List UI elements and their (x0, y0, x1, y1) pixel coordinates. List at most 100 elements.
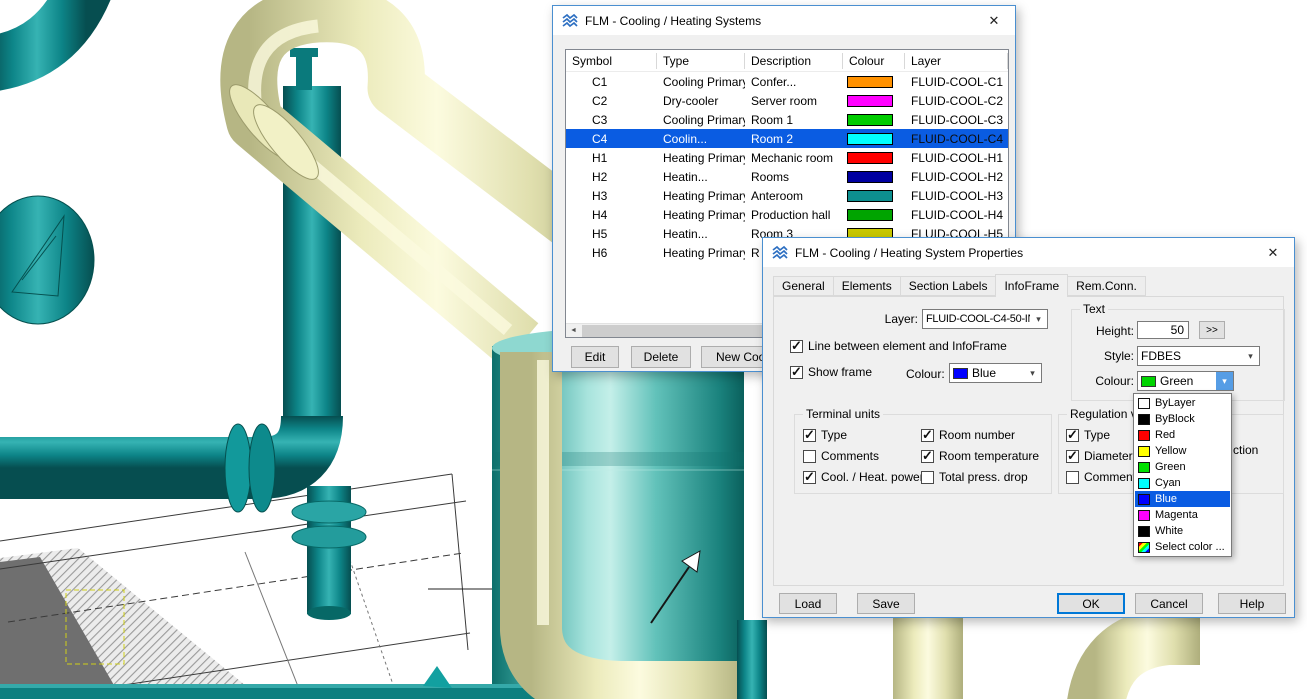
text-group: Text Height: >> Style: FDBES ▾ Colour: G… (1071, 309, 1285, 401)
tab-rem-conn[interactable]: Rem.Conn. (1067, 276, 1146, 296)
chevron-down-icon[interactable]: ▾ (1216, 372, 1233, 390)
table-row[interactable]: H2Heatin...RoomsFLUID-COOL-H2 (566, 167, 1008, 186)
checkbox-box[interactable] (790, 366, 803, 379)
dropdown-item-blue[interactable]: Blue (1135, 491, 1230, 507)
terminal-units-group: Terminal units TypeCommentsCool. / Heat.… (794, 414, 1052, 494)
table-row[interactable]: C1Cooling PrimaryConfer...FLUID-COOL-C1 (566, 72, 1008, 91)
checkbox-box[interactable] (921, 450, 934, 463)
height-label: Height: (1086, 324, 1134, 338)
dropdown-item-red[interactable]: Red (1135, 427, 1230, 443)
checkbox-box[interactable] (803, 450, 816, 463)
checkbox-box[interactable] (1066, 429, 1079, 442)
table-row[interactable]: C3Cooling PrimaryRoom 1FLUID-COOL-C3 (566, 110, 1008, 129)
properties-dialog: FLM - Cooling / Heating System Propertie… (762, 237, 1295, 618)
layer-combobox[interactable]: FLUID-COOL-C4-50-IN ▾ (922, 309, 1048, 329)
checkbox-line-between-element-and-infoframe[interactable]: Line between element and InfoFrame (790, 339, 1007, 353)
systems-titlebar[interactable]: FLM - Cooling / Heating Systems ✕ (553, 6, 1015, 35)
checkbox-box[interactable] (1066, 450, 1079, 463)
column-header-colour[interactable]: Colour (843, 53, 905, 69)
table-header: Symbol Type Description Colour Layer (566, 50, 1008, 72)
edit-button[interactable]: Edit (571, 346, 619, 368)
checkbox-type[interactable]: Type (803, 427, 924, 443)
dropdown-item-bylayer[interactable]: ByLayer (1135, 395, 1230, 411)
table-row[interactable]: H4Heating PrimaryProduction hallFLUID-CO… (566, 205, 1008, 224)
text-colour-combobox[interactable]: Green ▾ (1137, 371, 1234, 391)
tab-general[interactable]: General (773, 276, 834, 296)
chevron-down-icon[interactable]: ▾ (1242, 347, 1259, 365)
dropdown-item-magenta[interactable]: Magenta (1135, 507, 1230, 523)
checkbox-room-temperature[interactable]: Room temperature (921, 448, 1039, 464)
checkbox-box[interactable] (1066, 471, 1079, 484)
tab-page-infoframe: Layer: FLUID-COOL-C4-50-IN ▾ Line betwee… (773, 296, 1284, 586)
dropdown-item-cyan[interactable]: Cyan (1135, 475, 1230, 491)
checkbox-total-press-drop[interactable]: Total press. drop (921, 469, 1039, 485)
checkbox-box[interactable] (921, 471, 934, 484)
checkbox-cool-heat-power[interactable]: Cool. / Heat. power (803, 469, 924, 485)
properties-dialog-title: FLM - Cooling / Heating System Propertie… (795, 246, 1256, 260)
dropdown-item-white[interactable]: White (1135, 523, 1230, 539)
save-button[interactable]: Save (857, 593, 915, 614)
table-row[interactable]: H1Heating PrimaryMechanic roomFLUID-COOL… (566, 148, 1008, 167)
delete-button[interactable]: Delete (631, 346, 691, 368)
column-header-description[interactable]: Description (745, 53, 843, 69)
partial-covered-label: ction (1233, 443, 1258, 457)
expand-button[interactable]: >> (1199, 321, 1225, 339)
chevron-down-icon[interactable]: ▾ (1030, 310, 1047, 328)
checkbox-box[interactable] (803, 429, 816, 442)
checkbox-box[interactable] (803, 471, 816, 484)
load-button[interactable]: Load (779, 593, 837, 614)
colour-swatch (847, 209, 893, 221)
colour-dropdown-list[interactable]: ByLayerByBlockRedYellowGreenCyanBlueMage… (1133, 393, 1232, 557)
dropdown-item-select-color[interactable]: Select color ... (1135, 539, 1230, 555)
terminal-units-column-2: Room number Room temperature Total press. … (921, 427, 1039, 490)
tab-infoframe[interactable]: InfoFrame (995, 274, 1068, 297)
dropdown-item-byblock[interactable]: ByBlock (1135, 411, 1230, 427)
style-label: Style: (1086, 349, 1134, 363)
checkbox-box[interactable] (921, 429, 934, 442)
column-header-type[interactable]: Type (657, 53, 745, 69)
flm-app-icon (562, 13, 578, 29)
systems-table-body: C1Cooling PrimaryConfer...FLUID-COOL-C1C… (566, 72, 1008, 262)
tab-section-labels[interactable]: Section Labels (900, 276, 997, 296)
colour-swatch (847, 95, 893, 107)
colour-swatch (847, 114, 893, 126)
height-input[interactable] (1137, 321, 1189, 339)
column-header-layer[interactable]: Layer (905, 53, 1008, 69)
properties-titlebar[interactable]: FLM - Cooling / Heating System Propertie… (763, 238, 1294, 267)
colour-swatch (1138, 414, 1150, 425)
colour-swatch (1138, 478, 1150, 489)
table-row[interactable]: H3Heating PrimaryAnteroomFLUID-COOL-H3 (566, 186, 1008, 205)
close-icon[interactable]: ✕ (1256, 238, 1290, 267)
colour-swatch (1138, 446, 1150, 457)
dropdown-item-yellow[interactable]: Yellow (1135, 443, 1230, 459)
column-header-symbol[interactable]: Symbol (566, 53, 657, 69)
frame-colour-combobox[interactable]: Blue ▾ (949, 363, 1042, 383)
colour-swatch (1138, 526, 1150, 537)
frame-colour-label: Colour: (906, 367, 945, 381)
checkbox-type[interactable]: Type (1066, 427, 1142, 443)
style-combobox[interactable]: FDBES ▾ (1137, 346, 1260, 366)
table-row[interactable]: C4Coolin...Room 2FLUID-COOL-C4 (566, 129, 1008, 148)
cancel-button[interactable]: Cancel (1135, 593, 1203, 614)
help-button[interactable]: Help (1218, 593, 1286, 614)
colour-swatch (1138, 494, 1150, 505)
ok-button[interactable]: OK (1057, 593, 1125, 614)
colour-swatch (1138, 430, 1150, 441)
tab-elements[interactable]: Elements (833, 276, 901, 296)
dropdown-item-green[interactable]: Green (1135, 459, 1230, 475)
table-row[interactable]: C2Dry-coolerServer roomFLUID-COOL-C2 (566, 91, 1008, 110)
flm-app-icon (772, 245, 788, 261)
checkbox-diameter[interactable]: Diameter (1066, 448, 1142, 464)
checkbox-show-frame[interactable]: Show frame (790, 365, 872, 379)
tab-strip: GeneralElementsSection LabelsInfoFrameRe… (773, 276, 1145, 296)
checkbox-comments[interactable]: Comments (1066, 469, 1142, 485)
chevron-down-icon[interactable]: ▾ (1024, 364, 1041, 382)
checkbox-box[interactable] (790, 340, 803, 353)
colour-swatch (847, 133, 893, 145)
scroll-left-icon[interactable]: ◄ (566, 324, 581, 338)
colour-swatch (847, 76, 893, 88)
checkbox-comments[interactable]: Comments (803, 448, 924, 464)
colour-swatch (1138, 398, 1150, 409)
checkbox-room-number[interactable]: Room number (921, 427, 1039, 443)
close-icon[interactable]: ✕ (977, 6, 1011, 35)
